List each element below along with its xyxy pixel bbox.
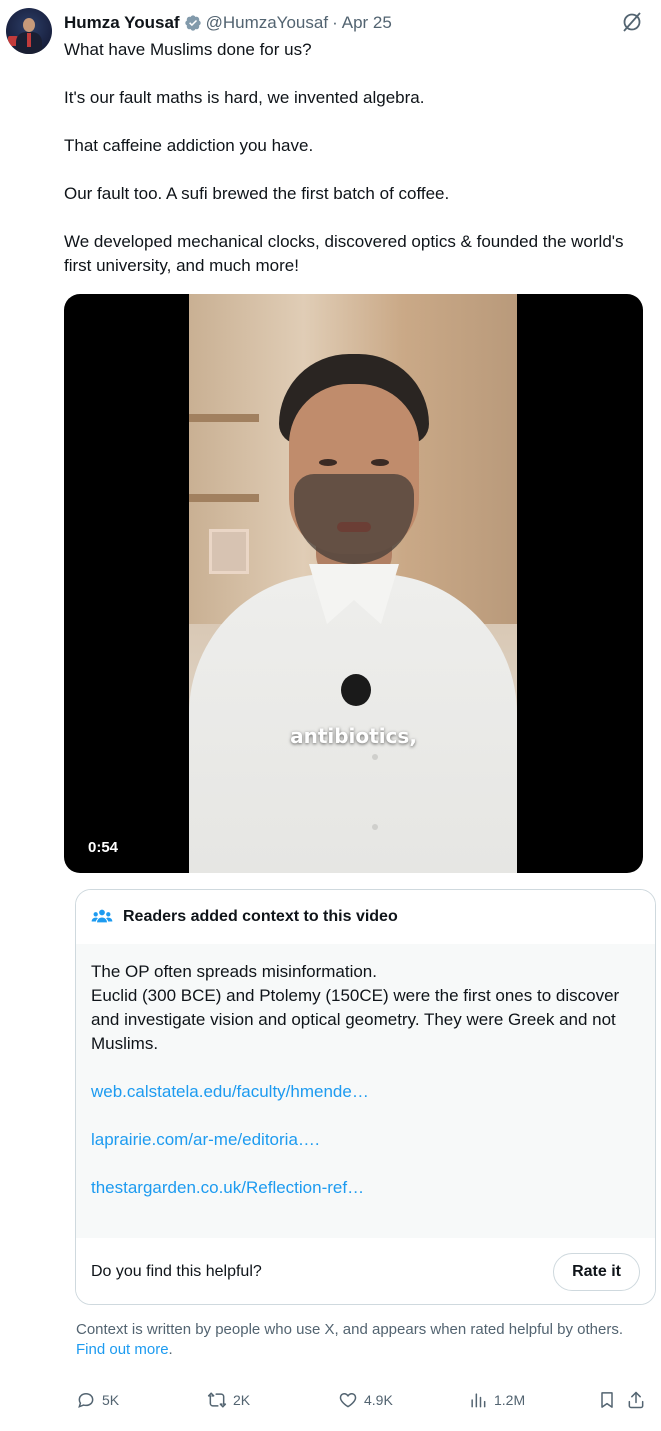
views-button[interactable]: 1.2M — [468, 1385, 525, 1415]
repost-button[interactable]: 2K — [207, 1385, 250, 1415]
separator: · — [332, 13, 338, 32]
action-bar: 5K 2K 4.9K 1.2M — [64, 1385, 644, 1415]
reply-button[interactable]: 5K — [76, 1385, 119, 1415]
note-footer: Do you find this helpful? Rate it — [76, 1238, 655, 1304]
find-out-more-link[interactable]: Find out more — [76, 1341, 169, 1358]
note-title: Readers added context to this video — [123, 908, 398, 925]
disclaimer-suffix: . — [168, 1341, 173, 1358]
repost-count: 2K — [233, 1392, 251, 1408]
tweet-paragraph: We developed mechanical clocks, discover… — [64, 232, 624, 275]
grok-icon[interactable] — [620, 10, 644, 34]
author-avatar[interactable] — [6, 8, 52, 54]
rate-it-button[interactable]: Rate it — [553, 1253, 640, 1291]
views-count: 1.2M — [494, 1392, 526, 1408]
tweet-paragraph: It's our fault maths is hard, we invente… — [64, 88, 425, 107]
tweet-paragraph: That caffeine addiction you have. — [64, 136, 314, 155]
video-frame — [189, 294, 517, 873]
note-text-line: The OP often spreads misinformation. — [91, 962, 377, 981]
note-source-link[interactable]: laprairie.com/ar-me/editoria…. — [91, 1128, 640, 1152]
bookmark-button[interactable] — [597, 1385, 617, 1415]
video-caption: antibiotics, — [290, 724, 417, 748]
context-disclaimer: Context is written by people who use X, … — [76, 1320, 636, 1360]
tweet-paragraph: Our fault too. A sufi brewed the first b… — [64, 184, 450, 203]
note-header: Readers added context to this video — [76, 890, 655, 944]
disclaimer-text: Context is written by people who use X, … — [76, 1321, 623, 1338]
like-count: 4.9K — [364, 1392, 393, 1408]
like-button[interactable]: 4.9K — [338, 1385, 393, 1415]
verified-icon — [184, 15, 201, 31]
author-name[interactable]: Humza Yousaf — [64, 13, 180, 33]
people-icon — [91, 909, 113, 923]
helpful-prompt: Do you find this helpful? — [91, 1263, 262, 1280]
note-body: The OP often spreads misinformation. Euc… — [76, 944, 655, 1238]
community-note: Readers added context to this video The … — [75, 889, 656, 1305]
note-text-line: Euclid (300 BCE) and Ptolemy (150CE) wer… — [91, 986, 620, 1053]
repost-icon — [207, 1392, 227, 1408]
note-source-link[interactable]: web.calstatela.edu/faculty/hmende… — [91, 1080, 640, 1104]
author-handle[interactable]: @HumzaYousaf — [206, 13, 328, 33]
views-icon — [471, 1393, 486, 1408]
note-source-link[interactable]: thestargarden.co.uk/Reflection-ref… — [91, 1176, 640, 1200]
video-duration: 0:54 — [88, 839, 119, 856]
tweet-date[interactable]: Apr 25 — [342, 13, 392, 33]
tweet-header: Humza Yousaf @HumzaYousaf · Apr 25 — [64, 12, 392, 34]
video-player[interactable]: antibiotics, 0:54 — [64, 294, 643, 873]
tweet-text: What have Muslims done for us? It's our … — [64, 38, 644, 278]
share-button[interactable] — [626, 1385, 646, 1415]
like-icon — [339, 1392, 357, 1408]
reply-icon — [78, 1392, 94, 1408]
share-icon — [628, 1391, 644, 1409]
reply-count: 5K — [102, 1392, 120, 1408]
bookmark-icon — [601, 1392, 613, 1408]
tweet-paragraph: What have Muslims done for us? — [64, 40, 312, 59]
